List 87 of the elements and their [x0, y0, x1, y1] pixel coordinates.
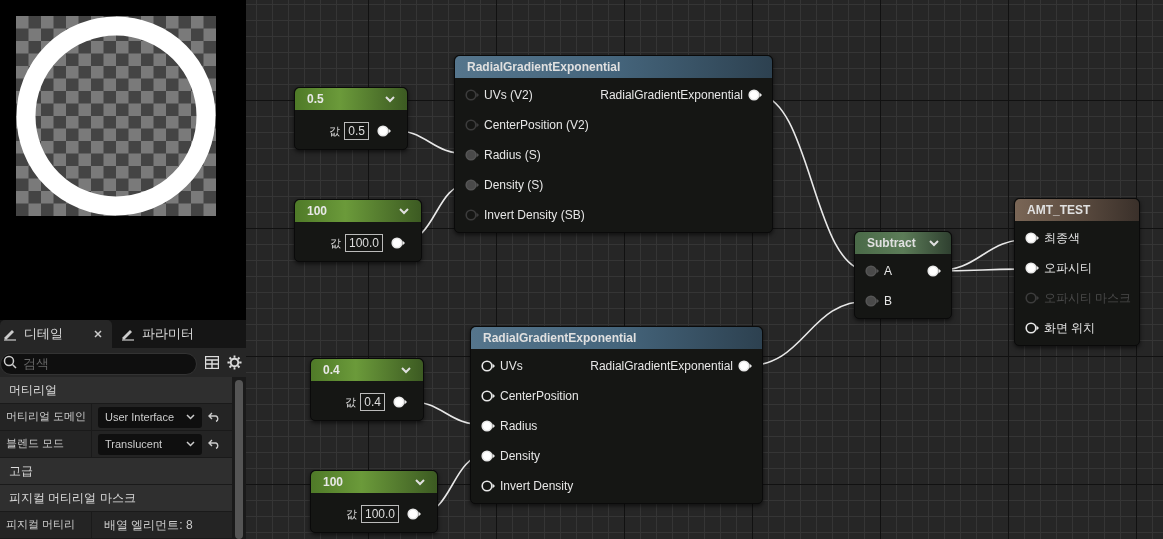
pin-label: UVs (V2) — [484, 87, 533, 104]
scrollbar[interactable] — [235, 380, 243, 539]
pin-icon[interactable] — [1025, 262, 1039, 274]
value-field[interactable]: 0.4 — [360, 393, 385, 411]
node-title: AMT_TEST — [1027, 202, 1091, 219]
dropdown[interactable]: Translucent — [98, 433, 202, 455]
pin-label: B — [884, 293, 892, 310]
value-label: 값 — [329, 235, 341, 251]
pin-label: 오파시티 — [1044, 260, 1092, 277]
node-title: RadialGradientExponential — [467, 59, 621, 76]
pin-icon[interactable] — [377, 125, 391, 137]
pin-label: CenterPosition — [500, 388, 579, 405]
constant-node[interactable]: 100 값 100.0 — [294, 199, 422, 262]
panel-tab[interactable]: 파라미터 — [112, 320, 204, 348]
value-field[interactable]: 0.5 — [344, 122, 369, 140]
property-label: 머티리얼 도메인 — [0, 404, 92, 430]
value-label: 값 — [345, 506, 357, 522]
constant-node[interactable]: 0.5 값 0.5 — [294, 87, 408, 150]
value-label: 값 — [345, 394, 357, 410]
settings-icon[interactable] — [227, 354, 242, 370]
reset-arrow-icon[interactable] — [208, 412, 220, 422]
pin-label: Density — [500, 448, 540, 465]
constant-node[interactable]: 100 값 100.0 — [310, 470, 438, 533]
pin-label: RadialGradientExponential — [590, 358, 733, 375]
reset-arrow-icon[interactable] — [208, 439, 220, 449]
category-label: 머티리얼 — [9, 382, 57, 399]
pin-icon[interactable] — [393, 396, 407, 408]
property-label: 피지컬 머티리 — [0, 512, 92, 538]
pin-label: RadialGradientExponential — [600, 87, 743, 104]
function-node[interactable]: RadialGradientExponential UVs (V2) CenterPosition (V2) Radius (S) Density (S) Invert Density (SB) RadialGradientExponential — [454, 55, 773, 233]
pin-label: Invert Density — [500, 478, 574, 495]
property-label: 블렌드 모드 — [0, 431, 92, 457]
pin-icon[interactable] — [391, 237, 405, 249]
pin-label: Invert Density (SB) — [484, 207, 585, 224]
pin-icon[interactable] — [738, 360, 752, 372]
category-label: 피지컬 머티리얼 마스크 — [9, 490, 136, 507]
node-title: 0.4 — [323, 362, 340, 379]
property-value: 배열 엘리먼트: 8 — [104, 517, 193, 534]
pin-label: A — [884, 263, 892, 280]
value-field[interactable]: 100.0 — [360, 505, 399, 523]
search-field[interactable]: 검색 — [0, 352, 197, 375]
operator-node[interactable]: Subtract A B — [854, 231, 952, 319]
pin-label: Radius — [500, 418, 538, 435]
close-icon[interactable] — [94, 329, 102, 338]
constant-node[interactable]: 0.4 값 0.4 — [310, 358, 424, 421]
chevron-icon[interactable] — [399, 207, 409, 215]
value-label: 값 — [329, 123, 341, 139]
node-title: 100 — [307, 203, 328, 220]
pin-label: Radius (S) — [484, 147, 541, 164]
panel-tab[interactable]: 디테일 — [0, 320, 112, 348]
graph-canvas[interactable] — [246, 0, 1163, 539]
pin-label: 화면 위치 — [1044, 320, 1096, 337]
table-icon[interactable] — [205, 355, 219, 369]
pin-label: CenterPosition (V2) — [484, 117, 589, 134]
chevron-icon[interactable] — [929, 239, 939, 247]
chevron-icon — [186, 441, 195, 447]
chevron-icon[interactable] — [415, 478, 425, 486]
pin-icon[interactable] — [1025, 232, 1039, 244]
pin-icon[interactable] — [481, 360, 495, 372]
dropdown[interactable]: User Interface — [98, 406, 202, 428]
search-icon — [3, 355, 17, 370]
node-title: 0.5 — [307, 91, 324, 108]
tab-label: 디테일 — [24, 325, 63, 344]
pin-icon[interactable] — [407, 508, 421, 520]
pin-label: UVs — [500, 358, 523, 375]
pin-label: 최종색 — [1044, 230, 1080, 247]
function-node[interactable]: RadialGradientExponential UVs CenterPosition Radius Density Invert Density RadialGradientExponential — [470, 326, 763, 504]
category-row[interactable]: 고급 — [0, 458, 232, 485]
pin-icon[interactable] — [481, 420, 495, 432]
pin-icon[interactable] — [748, 89, 762, 101]
tab-label: 파라미터 — [142, 325, 194, 344]
category-row[interactable]: 피지컬 머티리얼 마스크 — [0, 485, 232, 512]
chevron-icon[interactable] — [401, 366, 411, 374]
chevron-icon[interactable] — [385, 95, 395, 103]
pin-icon[interactable] — [1025, 322, 1039, 334]
pin-icon[interactable] — [481, 450, 495, 462]
pin-icon[interactable] — [481, 390, 495, 402]
pin-icon[interactable] — [927, 265, 941, 277]
pin-icon[interactable] — [481, 480, 495, 492]
chevron-icon — [186, 414, 195, 420]
node-title: RadialGradientExponential — [483, 330, 637, 347]
value-field[interactable]: 100.0 — [344, 234, 383, 252]
category-label: 고급 — [9, 463, 33, 480]
node-title: Subtract — [867, 235, 916, 252]
node-title: 100 — [323, 474, 344, 491]
category-row[interactable]: 머티리얼 — [0, 377, 232, 404]
pin-label: Density (S) — [484, 177, 544, 194]
